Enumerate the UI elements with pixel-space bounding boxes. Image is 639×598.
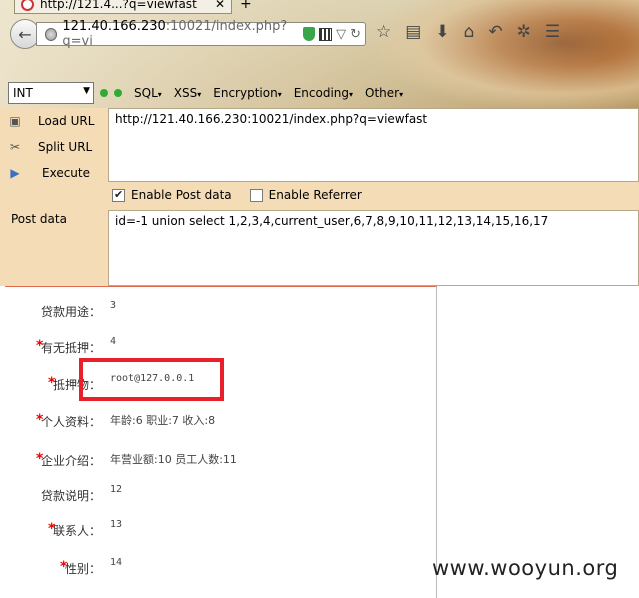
- menu-icon[interactable]: ☰: [545, 22, 560, 42]
- increase-icon[interactable]: [114, 89, 122, 97]
- split-url-button[interactable]: ✂ Split URL: [8, 137, 92, 157]
- post-data-label: Post data: [11, 212, 67, 226]
- list-item: * 有无抵押： 4: [36, 336, 117, 355]
- menu-encoding[interactable]: Encoding▾: [294, 86, 353, 100]
- menu-encryption[interactable]: Encryption▾: [213, 86, 281, 100]
- hackbar-menu: INT ▼ SQL▾ XSS▾ Encryption▾ Encoding▾ Ot…: [0, 78, 639, 108]
- back-arrow-icon: ←: [18, 24, 32, 44]
- decrease-icon[interactable]: [100, 89, 108, 97]
- url-text: 121.40.166.230:10021/index.php?q=vi: [62, 19, 288, 49]
- list-item: * 联系人： 13: [48, 519, 123, 538]
- globe-icon: [45, 27, 58, 41]
- load-url-button[interactable]: ▣ Load URL: [8, 111, 94, 131]
- reload-icon[interactable]: ↻: [350, 27, 361, 42]
- undo-icon[interactable]: ↶: [488, 22, 502, 42]
- home-icon[interactable]: ⌂: [464, 22, 475, 42]
- enable-post-checkbox[interactable]: [112, 188, 125, 202]
- enable-referrer-checkbox[interactable]: [249, 188, 263, 202]
- hackbar-panel: ▣ Load URL ✂ Split URL ▶ Execute http://…: [0, 108, 639, 286]
- list-item: * 企业介绍： 年营业额:10 员工人数:11: [36, 451, 237, 468]
- list-item: 贷款用途： 3: [40, 300, 117, 319]
- play-icon: ▶: [10, 166, 20, 180]
- detail-panel: 贷款用途： 3 * 有无抵押： 4 * 抵押物： root@127.0.0.1 …: [5, 286, 437, 598]
- menu-sql[interactable]: SQL▾: [134, 86, 162, 100]
- new-tab-icon[interactable]: +: [240, 0, 252, 12]
- download-icon[interactable]: ⬇: [435, 22, 449, 42]
- tab-title: http://121.4...?q=viewfast: [40, 0, 197, 11]
- page-content: 贷款用途： 3 * 有无抵押： 4 * 抵押物： root@127.0.0.1 …: [0, 286, 639, 598]
- favicon-icon: [21, 0, 34, 11]
- url-textarea[interactable]: http://121.40.166.230:10021/index.php?q=…: [108, 108, 639, 182]
- list-item: * 性别： 14: [60, 557, 123, 576]
- post-data-textarea[interactable]: id=-1 union select 1,2,3,4,current_user,…: [108, 210, 639, 286]
- addon-icon[interactable]: ✲: [517, 22, 531, 42]
- close-tab-icon[interactable]: ✕: [215, 0, 225, 11]
- load-url-icon: ▣: [9, 114, 21, 128]
- qr-code-icon[interactable]: [319, 27, 333, 41]
- menu-other[interactable]: Other▾: [365, 86, 403, 100]
- post-options: Enable Post data Enable Referrer: [112, 188, 362, 202]
- list-item: 贷款说明： 12: [40, 484, 123, 503]
- int-select[interactable]: INT ▼: [8, 82, 94, 104]
- scissors-icon: ✂: [9, 140, 21, 154]
- address-bar[interactable]: 121.40.166.230:10021/index.php?q=vi ▽ ↻: [36, 19, 366, 49]
- browser-toolbar: http://121.4...?q=viewfast ✕ + ← 121.40.…: [0, 0, 639, 108]
- watermark: www.wooyun.org: [432, 556, 619, 580]
- execute-button[interactable]: ▶ Execute: [8, 163, 90, 183]
- reading-list-icon[interactable]: ▤: [405, 22, 421, 42]
- list-item: * 个人资料： 年龄:6 职业:7 收入:8: [36, 412, 216, 429]
- highlight-box: [79, 358, 224, 401]
- dropdown-arrow-icon[interactable]: ▽: [336, 27, 346, 42]
- shield-icon[interactable]: [303, 27, 316, 41]
- chevron-down-icon: ▼: [83, 86, 90, 96]
- bookmark-star-icon[interactable]: ☆: [376, 22, 391, 42]
- menu-xss[interactable]: XSS▾: [174, 86, 201, 100]
- browser-tab[interactable]: http://121.4...?q=viewfast ✕: [14, 0, 232, 14]
